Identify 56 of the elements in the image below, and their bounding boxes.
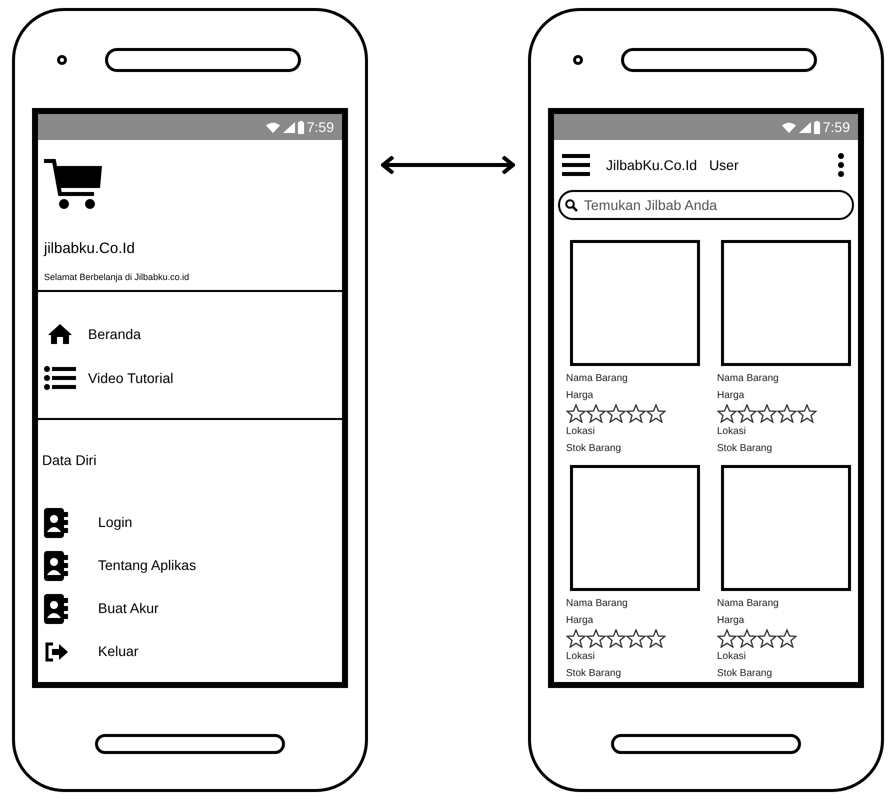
menu-item[interactable]: Login: [44, 507, 336, 538]
product-price: Harga: [566, 614, 594, 628]
product-image-placeholder[interactable]: [721, 465, 851, 591]
product-stock: Stok Barang: [566, 442, 622, 456]
user-label: User: [709, 156, 739, 174]
product-image-placeholder[interactable]: [570, 240, 700, 366]
battery-icon: [814, 120, 820, 134]
more-icon[interactable]: [838, 153, 844, 177]
battery-icon: [298, 120, 304, 134]
menu-item[interactable]: Keluar: [44, 636, 336, 667]
product-stock: Stok Barang: [717, 442, 774, 456]
list-icon: [44, 366, 76, 390]
search-icon: [565, 199, 578, 212]
shopping-cart-icon: [44, 158, 102, 210]
menu-item[interactable]: Tentang Aplikas: [44, 550, 336, 581]
welcome-text: Selamat Berbelanja di Jilbabku.co.id: [44, 270, 190, 284]
product-stock: Stok Barang: [717, 667, 774, 681]
menu-item[interactable]: Buat Akur: [44, 593, 336, 624]
product-location: Lokasi: [717, 650, 747, 664]
contact-book-icon: [44, 550, 68, 580]
product-name: Nama Barang: [566, 372, 629, 386]
product-name: Nama Barang: [566, 597, 629, 611]
product-price: Harga: [717, 389, 746, 403]
product-stock: Stok Barang: [566, 667, 622, 681]
wifi-icon: [782, 122, 796, 132]
product-location: Lokasi: [566, 425, 596, 439]
menu-item[interactable]: Video Tutorial: [44, 366, 336, 390]
product-location: Lokasi: [717, 425, 747, 439]
home-icon: [48, 324, 72, 344]
home-button[interactable]: [95, 734, 285, 754]
menu-icon[interactable]: [562, 154, 590, 176]
wifi-icon: [266, 122, 280, 132]
camera-icon: [57, 54, 67, 64]
product-image-placeholder[interactable]: [721, 240, 851, 366]
product-name: Nama Barang: [717, 597, 780, 611]
status-time: 7:59: [306, 120, 334, 134]
menu-item[interactable]: Beranda: [44, 322, 336, 346]
status-time: 7:59: [822, 120, 850, 134]
camera-icon: [573, 54, 583, 64]
product-price: Harga: [566, 389, 594, 403]
home-button[interactable]: [611, 734, 801, 754]
product-image-placeholder[interactable]: [570, 465, 700, 591]
product-price: Harga: [717, 614, 746, 628]
contact-book-icon: [44, 508, 68, 538]
product-name: Nama Barang: [717, 372, 780, 386]
app-title: jilbabku.Co.Id: [44, 239, 136, 259]
section-title: Data Diri: [41, 451, 98, 470]
signal-icon: [282, 122, 295, 132]
speaker-icon: [621, 48, 817, 72]
app-bar-title: JilbabKu.Co.Id: [606, 156, 698, 174]
signal-icon: [798, 122, 811, 132]
contact-book-icon: [44, 594, 68, 624]
exit-icon: [44, 642, 68, 662]
product-location: Lokasi: [566, 650, 596, 664]
search-field[interactable]: Temukan Jilbab Anda: [558, 190, 854, 220]
speaker-icon: [105, 48, 301, 72]
